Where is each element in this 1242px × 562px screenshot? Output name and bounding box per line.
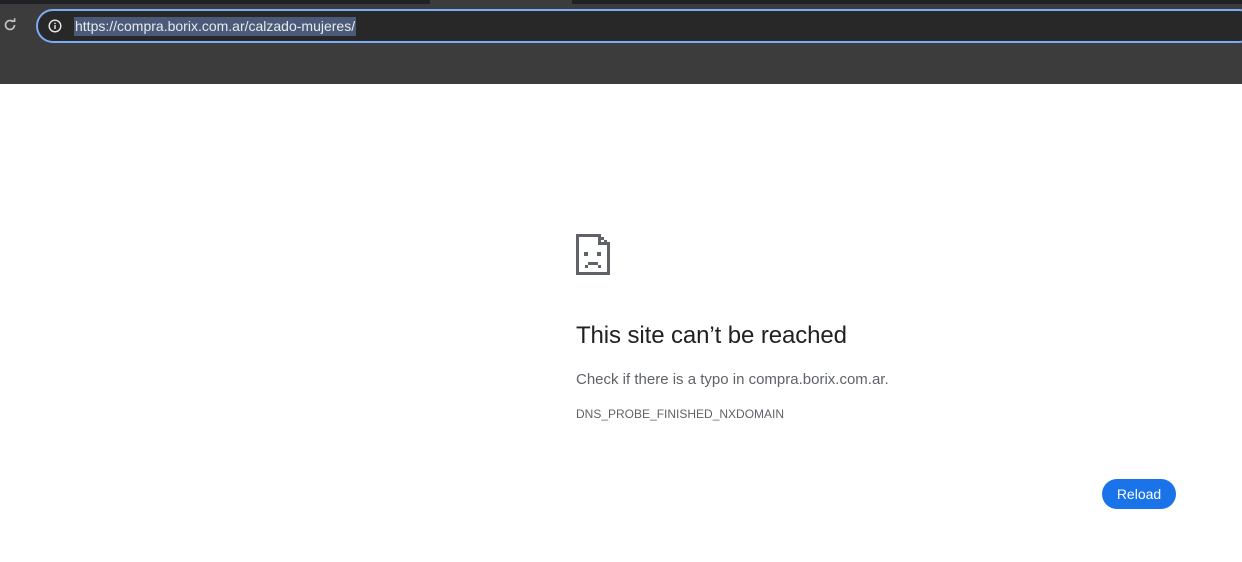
url-link[interactable]: https://compra.borix.com.ar/calzado-muje… [75, 18, 355, 34]
sad-document-icon [576, 234, 610, 275]
error-description: Check if there is a typo in compra.borix… [576, 371, 889, 388]
reload-icon[interactable] [2, 17, 18, 33]
browser-toolbar: https://compra.borix.com.ar/calzado-muje… [0, 0, 1242, 84]
error-code: DNS_PROBE_FINISHED_NXDOMAIN [576, 407, 785, 421]
error-page: This site can’t be reached Check if ther… [0, 84, 1242, 562]
info-icon[interactable] [47, 18, 63, 34]
reload-button[interactable]: Reload [1102, 479, 1176, 509]
tab-strip-edge [0, 0, 430, 4]
url-text[interactable]: https://compra.borix.com.ar/calzado-muje… [74, 17, 357, 36]
error-title: This site can’t be reached [576, 322, 847, 349]
address-bar[interactable]: https://compra.borix.com.ar/calzado-muje… [36, 9, 1242, 43]
tab-strip-edge [572, 0, 1242, 4]
